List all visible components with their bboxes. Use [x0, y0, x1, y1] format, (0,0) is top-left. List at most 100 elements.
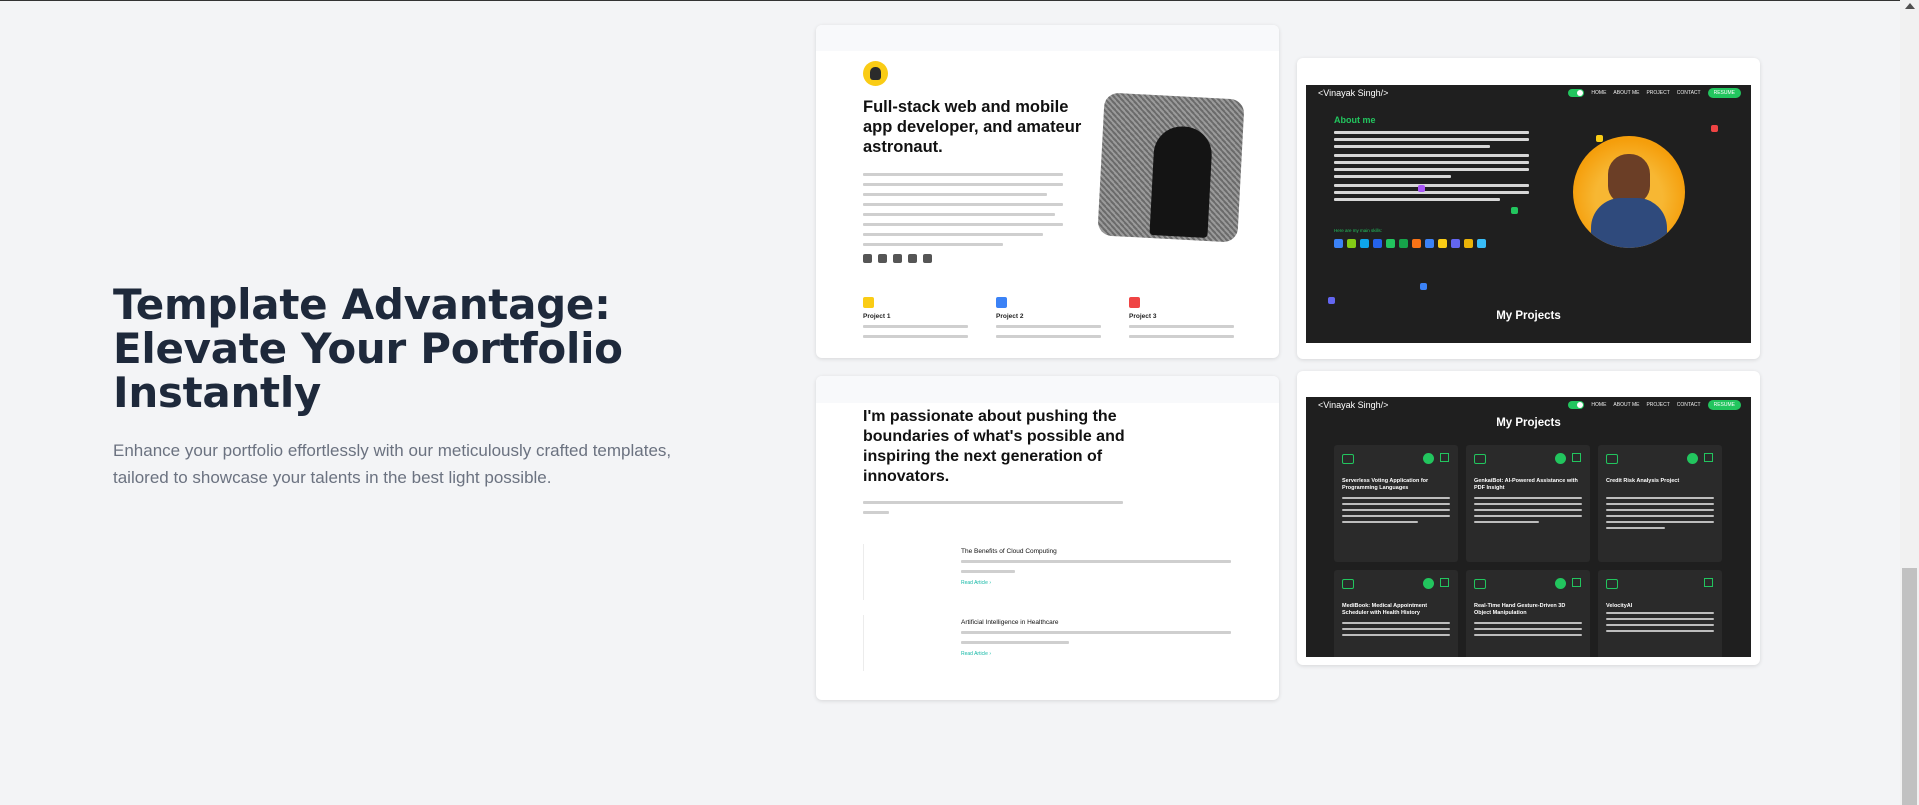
floating-icon	[1711, 125, 1718, 132]
github-icon	[1555, 578, 1566, 589]
navbar: <Vinayak Singh/> HOME ABOUT ME PROJECT C…	[1306, 85, 1751, 101]
template-screenshot-3: I'm passionate about pushing the boundar…	[826, 403, 1269, 688]
nav-item: ABOUT ME	[1613, 402, 1640, 408]
blog-icon	[923, 254, 932, 263]
card-header-band	[816, 25, 1279, 51]
project-item: Project 3	[1129, 297, 1234, 345]
nav-links: HOME ABOUT ME PROJECT CONTACT RESUME	[1568, 400, 1741, 410]
intro-text-lines	[863, 501, 1123, 521]
brand-logo: <Vinayak Singh/>	[1318, 400, 1389, 410]
vertical-scrollbar[interactable]	[1900, 0, 1919, 805]
card-header-band	[816, 376, 1279, 403]
project-label: Project 2	[996, 313, 1024, 320]
project-title: VelocityAI	[1606, 603, 1633, 609]
floating-icon	[1511, 207, 1518, 214]
template-preview-card-1[interactable]: Full-stack web and mobile app developer,…	[816, 25, 1279, 358]
nav-item: PROJECT	[1646, 90, 1670, 96]
project-card: Real-Time Hand Gesture-Driven 3D Object …	[1466, 570, 1590, 657]
nav-item: CONTACT	[1676, 90, 1701, 96]
twitter-icon	[863, 254, 872, 263]
template-headline: Full-stack web and mobile app developer,…	[863, 98, 1082, 156]
template-preview-card-2[interactable]: <Vinayak Singh/> HOME ABOUT ME PROJECT C…	[1297, 58, 1760, 359]
resume-button: RESUME	[1707, 88, 1741, 98]
folder-icon	[1606, 454, 1618, 464]
project-card: Credit Risk Analysis Project	[1598, 445, 1722, 562]
template-screenshot-1: Full-stack web and mobile app developer,…	[826, 51, 1269, 351]
folder-icon	[1474, 579, 1486, 589]
instagram-icon	[908, 254, 917, 263]
github-icon	[1423, 453, 1434, 464]
project-title: Real-Time Hand Gesture-Driven 3D Object …	[1474, 603, 1566, 616]
nav-item: HOME	[1591, 90, 1607, 96]
external-link-icon	[1572, 453, 1581, 462]
external-link-icon	[1704, 453, 1713, 462]
floating-icon	[1420, 283, 1427, 290]
profile-portrait	[1573, 136, 1685, 248]
template-screenshot-4: <Vinayak Singh/> HOME ABOUT ME PROJECT C…	[1306, 397, 1751, 657]
nav-item: PROJECT	[1646, 402, 1670, 408]
social-icons	[863, 254, 932, 263]
stackoverflow-icon	[893, 254, 902, 263]
skills-label: Here are my main skills:	[1334, 228, 1383, 233]
template-screenshot-2: <Vinayak Singh/> HOME ABOUT ME PROJECT C…	[1306, 85, 1751, 343]
folder-icon	[1474, 454, 1486, 464]
article-date	[875, 621, 876, 627]
scroll-up-arrow-icon[interactable]	[1905, 3, 1915, 9]
avatar-icon	[863, 61, 888, 86]
external-link-icon	[1440, 453, 1449, 462]
github-icon	[1423, 578, 1434, 589]
top-border	[0, 0, 1900, 1]
project-title: Serverless Voting Application for Progra…	[1342, 478, 1429, 491]
github-icon	[878, 254, 887, 263]
folder-icon	[1606, 579, 1618, 589]
github-icon	[1555, 453, 1566, 464]
project-title: GenkaiBot: AI-Powered Assistance with PD…	[1474, 478, 1578, 491]
project-item: Project 2	[996, 297, 1101, 345]
hero-description: Enhance your portfolio effortlessly with…	[113, 441, 672, 487]
section-title: My Projects	[1496, 310, 1561, 322]
hero-title: Template Advantage: Elevate Your Portfol…	[113, 280, 623, 417]
project-label: Project 1	[863, 313, 891, 320]
project-card: MediBook: Medical Appointment Scheduler …	[1334, 570, 1458, 657]
project-label: Project 3	[1129, 313, 1157, 320]
hero-section: Template Advantage: Elevate Your Portfol…	[113, 283, 793, 491]
theme-toggle	[1568, 89, 1585, 97]
project-item: Project 1	[863, 297, 968, 345]
floating-icon	[1596, 135, 1603, 142]
resume-button: RESUME	[1707, 400, 1741, 410]
external-link-icon	[1440, 578, 1449, 587]
scrollbar-thumb[interactable]	[1902, 568, 1917, 805]
nav-item: HOME	[1591, 402, 1607, 408]
project-icon	[1129, 297, 1140, 308]
skill-icons	[1334, 239, 1486, 248]
article-date	[875, 550, 876, 556]
nav-item: CONTACT	[1676, 402, 1701, 408]
project-icon	[863, 297, 874, 308]
brand-logo: <Vinayak Singh/>	[1318, 88, 1389, 98]
external-link-icon	[1572, 578, 1581, 587]
template-preview-card-4[interactable]: <Vinayak Singh/> HOME ABOUT ME PROJECT C…	[1297, 371, 1760, 665]
external-link-icon	[1704, 578, 1713, 587]
template-preview-card-3[interactable]: I'm passionate about pushing the boundar…	[816, 376, 1279, 700]
about-text-lines	[1334, 131, 1529, 205]
project-title: Credit Risk Analysis Project	[1606, 478, 1680, 484]
floating-icon	[1328, 297, 1335, 304]
project-title: MediBook: Medical Appointment Scheduler …	[1342, 603, 1428, 616]
bio-text-lines	[863, 173, 1063, 253]
project-card: GenkaiBot: AI-Powered Assistance with PD…	[1466, 445, 1590, 562]
navbar: <Vinayak Singh/> HOME ABOUT ME PROJECT C…	[1306, 397, 1751, 413]
project-icon	[996, 297, 1007, 308]
github-icon	[1687, 453, 1698, 464]
nav-links: HOME ABOUT ME PROJECT CONTACT RESUME	[1568, 88, 1741, 98]
article-title: Artificial Intelligence in Healthcare	[961, 619, 1059, 626]
template-headline: I'm passionate about pushing the boundar…	[863, 408, 1125, 485]
project-card: VelocityAI	[1598, 570, 1722, 657]
read-article-link: Read Article ›	[961, 580, 992, 586]
floating-icon	[1418, 185, 1425, 192]
about-title: About me	[1334, 115, 1376, 125]
folder-icon	[1342, 454, 1354, 464]
nav-item: ABOUT ME	[1613, 90, 1640, 96]
theme-toggle	[1568, 401, 1585, 409]
profile-photo	[1097, 92, 1245, 243]
project-card: Serverless Voting Application for Progra…	[1334, 445, 1458, 562]
